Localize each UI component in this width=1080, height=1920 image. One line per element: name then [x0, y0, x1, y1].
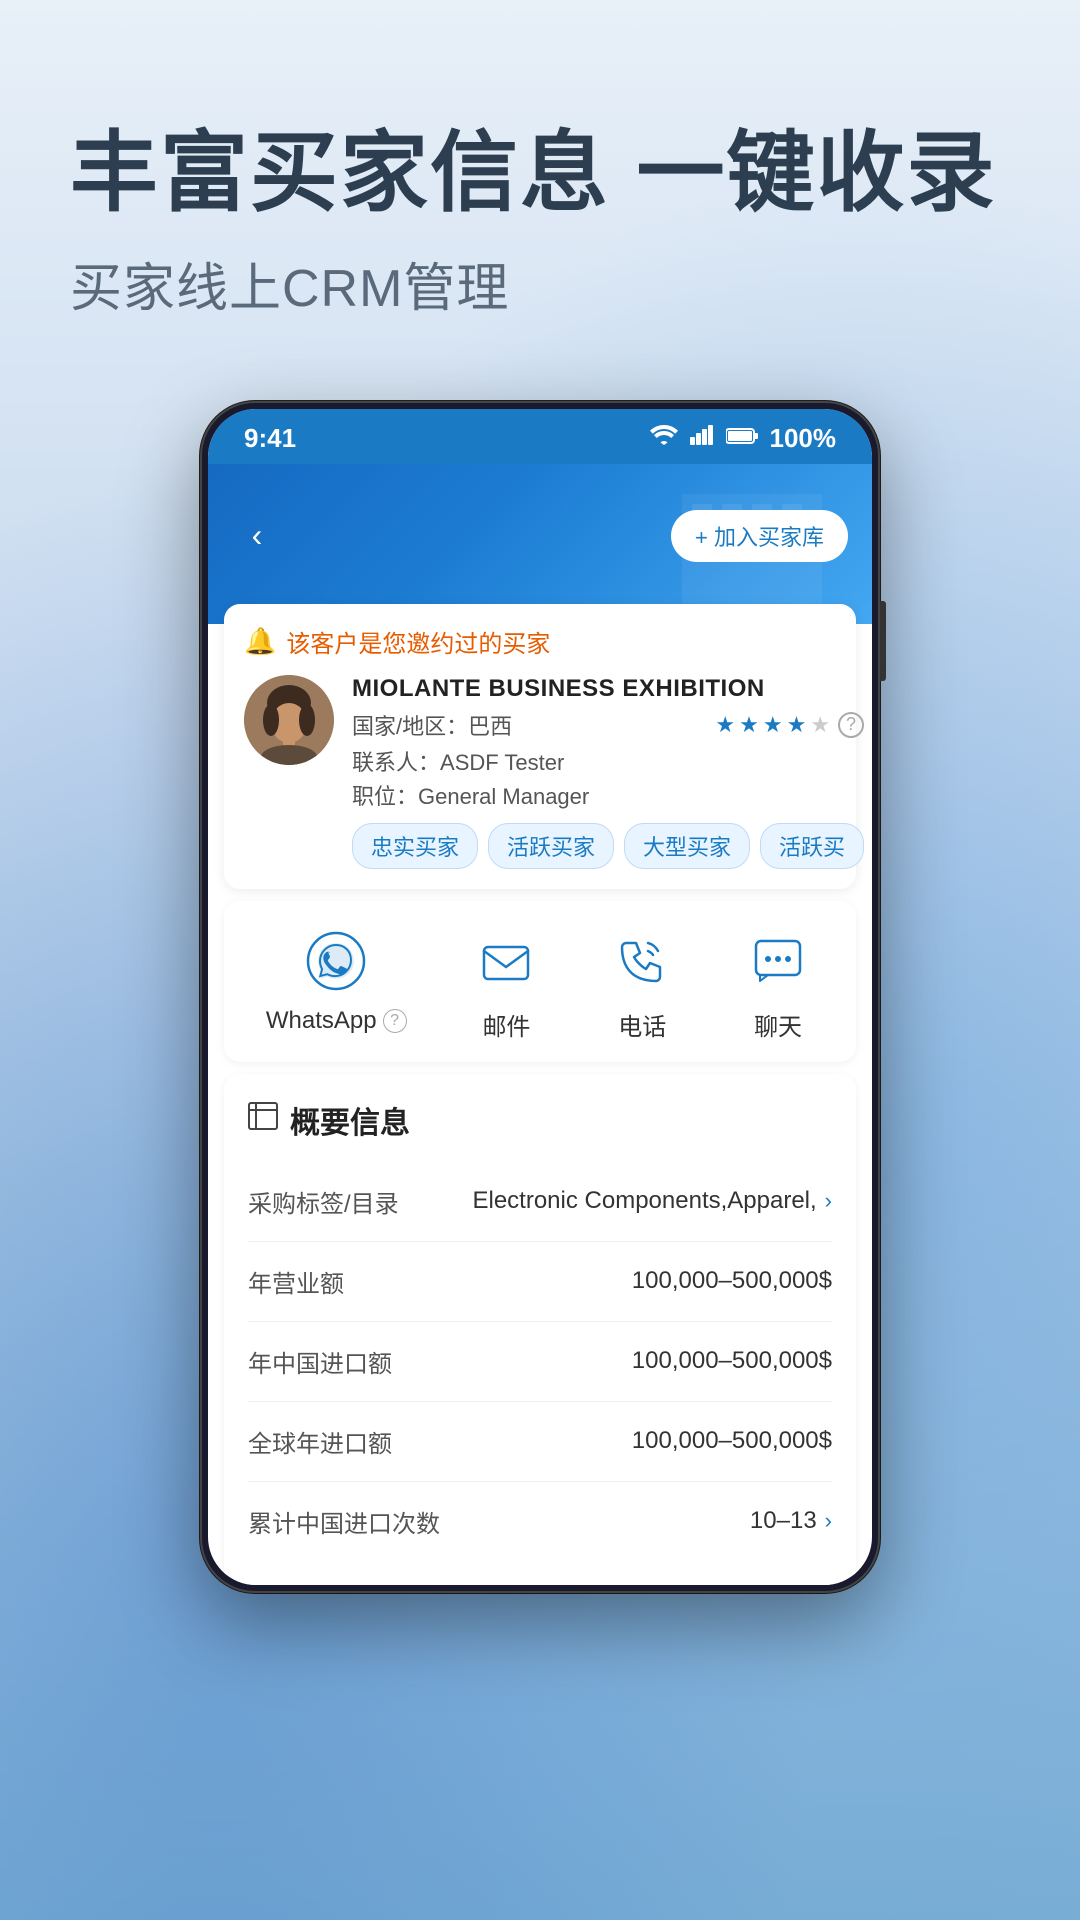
phone-label: 电话 [618, 1007, 666, 1042]
status-time: 9:41 [244, 423, 296, 454]
info-row-3: 全球年进口额 100,000–500,000$ [248, 1402, 832, 1482]
info-label-2: 年中国进口额 [248, 1344, 392, 1379]
add-buyer-button[interactable]: + 加入买家库 [671, 510, 848, 562]
whatsapp-label: WhatsApp ? [266, 1007, 407, 1035]
star-2: ★ [739, 712, 759, 738]
info-row-4[interactable]: 累计中国进口次数 10–13 › [248, 1482, 832, 1561]
star-1: ★ [715, 712, 735, 738]
overview-section: 概要信息 采购标签/目录 Electronic Components,Appar… [224, 1074, 856, 1585]
email-label: 邮件 [482, 1007, 530, 1042]
tags-row: 忠实买家 活跃买家 大型买家 活跃买 [352, 823, 864, 869]
info-label-0: 采购标签/目录 [248, 1184, 399, 1219]
signal-icon [690, 425, 714, 451]
info-row-1: 年营业额 100,000–500,000$ [248, 1242, 832, 1322]
status-bar: 9:41 [208, 409, 872, 464]
info-value-2: 100,000–500,000$ [632, 1347, 832, 1375]
avatar [244, 675, 334, 765]
tag-loyal[interactable]: 忠实买家 [352, 823, 478, 869]
rating-help-icon[interactable]: ? [838, 712, 864, 738]
customer-notice: 🔔 该客户是您邀约过的买家 [244, 624, 836, 659]
email-icon [470, 925, 542, 997]
company-name: MIOLANTE BUSINESS EXHIBITION [352, 675, 864, 703]
info-label-4: 累计中国进口次数 [248, 1504, 440, 1539]
section-title: 概要信息 [248, 1098, 832, 1142]
whatsapp-icon [300, 925, 372, 997]
info-value-0: Electronic Components,Apparel, › [472, 1187, 832, 1215]
tag-large[interactable]: 大型买家 [624, 823, 750, 869]
chevron-right-4: › [825, 1508, 832, 1534]
contact-row: 联系人：ASDF Tester [352, 745, 864, 777]
star-4: ★ [787, 712, 807, 738]
customer-card: 🔔 该客户是您邀约过的买家 [224, 604, 856, 889]
star-rating: ★ ★ ★ ★ ★ ? [715, 712, 864, 738]
action-chat[interactable]: 聊天 [742, 925, 814, 1042]
chat-icon [742, 925, 814, 997]
info-row-2: 年中国进口额 100,000–500,000$ [248, 1322, 832, 1402]
tag-active2[interactable]: 活跃买 [760, 823, 864, 869]
action-phone[interactable]: 电话 [606, 925, 678, 1042]
back-button[interactable]: ‹ [232, 511, 282, 561]
overview-icon [248, 1102, 278, 1137]
info-value-4: 10–13 › [750, 1507, 832, 1535]
phone-hero: ‹ + 加入买家库 [208, 464, 872, 624]
info-label-1: 年营业额 [248, 1264, 344, 1299]
chat-label: 聊天 [754, 1007, 802, 1042]
info-row-0[interactable]: 采购标签/目录 Electronic Components,Apparel, › [248, 1162, 832, 1242]
tag-active[interactable]: 活跃买家 [488, 823, 614, 869]
star-5: ★ [810, 712, 830, 738]
chevron-right-0: › [825, 1188, 832, 1214]
wifi-icon [650, 425, 678, 451]
action-bar: WhatsApp ? 邮件 [224, 901, 856, 1062]
whatsapp-help-icon[interactable]: ? [383, 1009, 407, 1033]
notice-icon: 🔔 [244, 626, 276, 657]
info-value-3: 100,000–500,000$ [632, 1427, 832, 1455]
action-email[interactable]: 邮件 [470, 925, 542, 1042]
notice-text: 该客户是您邀约过的买家 [286, 624, 550, 659]
position-row: 职位：General Manager [352, 779, 864, 811]
phone-icon [606, 925, 678, 997]
info-value-1: 100,000–500,000$ [632, 1267, 832, 1295]
info-label-3: 全球年进口额 [248, 1424, 392, 1459]
battery-text: 100% [770, 423, 837, 454]
battery-icon [726, 425, 758, 451]
action-whatsapp[interactable]: WhatsApp ? [266, 925, 407, 1042]
star-3: ★ [763, 712, 783, 738]
country-text: 国家/地区：巴西 [352, 709, 512, 741]
